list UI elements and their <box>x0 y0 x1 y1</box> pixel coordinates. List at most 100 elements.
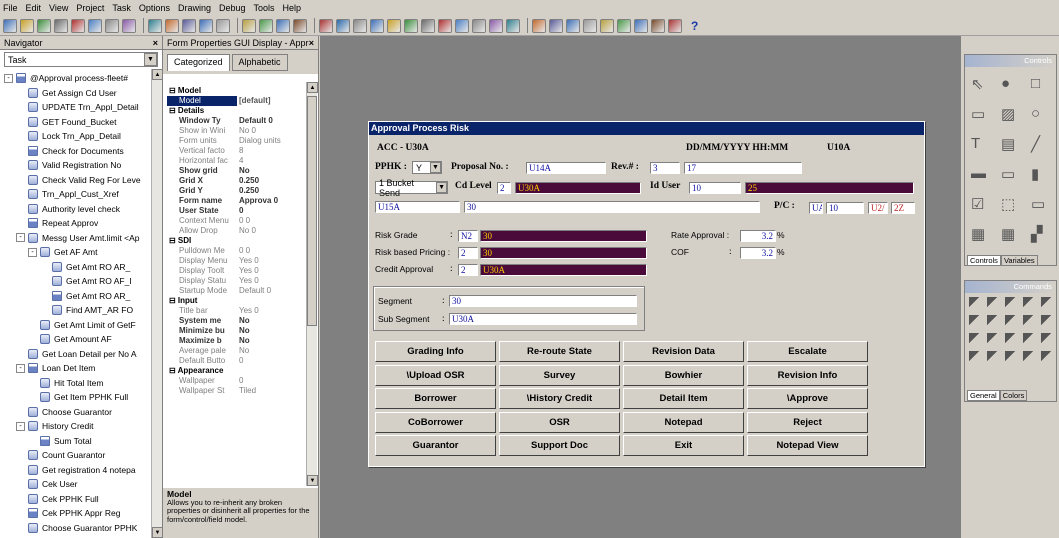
scrollbar-icon[interactable]: ▮ <box>1031 165 1047 183</box>
property-row[interactable]: Window Ty Default 0 <box>167 116 307 126</box>
scroll-down-icon[interactable]: ▼ <box>307 475 318 486</box>
property-row[interactable]: Context Menu 0 0 <box>167 216 307 226</box>
toolbar-button-icon[interactable] <box>216 18 230 33</box>
pointer-icon[interactable]: ⇖ <box>971 75 987 93</box>
property-row[interactable]: Average pale No <box>167 346 307 356</box>
property-category[interactable]: ⊟ Model <box>167 86 307 96</box>
property-value[interactable]: Yes 0 <box>237 306 305 316</box>
property-value[interactable]: 0.250 <box>237 186 305 196</box>
pc-field-b[interactable]: 10 <box>826 202 864 214</box>
segment-field[interactable]: 30 <box>449 295 637 307</box>
form-button-notepad-view[interactable]: Notepad View <box>747 435 868 456</box>
property-category[interactable]: ⊟ SDI <box>167 236 307 246</box>
toolbar-button-icon[interactable] <box>353 18 367 33</box>
menu-tools[interactable]: Tools <box>254 3 275 13</box>
circle-icon[interactable]: ● <box>1001 75 1017 92</box>
property-value[interactable]: No <box>237 326 305 336</box>
property-row[interactable]: Display Toolt Yes 0 <box>167 266 307 276</box>
menu-project[interactable]: Project <box>76 3 104 13</box>
slider-icon[interactable]: ▭ <box>1031 195 1047 213</box>
form-button-survey[interactable]: Survey <box>499 364 620 386</box>
command-icon[interactable] <box>1023 351 1036 364</box>
toolbar-button-icon[interactable] <box>3 18 17 33</box>
toolbar-button-icon[interactable] <box>293 18 307 33</box>
property-value[interactable]: [default] <box>237 96 305 106</box>
property-value[interactable]: 0 0 <box>237 246 305 256</box>
toolbar-button-icon[interactable] <box>506 18 520 33</box>
property-value[interactable]: 0 <box>237 356 305 366</box>
form-button-revision-info[interactable]: Revision Info <box>747 364 868 386</box>
row3-field-a[interactable]: U15A <box>375 201 460 213</box>
property-row[interactable]: User State 0 <box>167 206 307 216</box>
command-icon[interactable] <box>969 333 982 346</box>
scroll-down-icon[interactable]: ▼ <box>152 527 163 538</box>
command-icon[interactable] <box>969 351 982 364</box>
grid-icon[interactable]: ▦ <box>1001 225 1017 243</box>
property-row[interactable]: Grid Y 0.250 <box>167 186 307 196</box>
property-row[interactable]: Horizontal fac 4 <box>167 156 307 166</box>
proposal-field[interactable]: U14A <box>526 162 606 174</box>
id-user-field[interactable]: 10 <box>689 182 741 194</box>
cd-level-text-field[interactable]: U30A <box>515 182 641 194</box>
risk-grade-field[interactable]: N2 <box>458 230 478 242</box>
property-value[interactable]: Yes 0 <box>237 276 305 286</box>
toolbar-button-icon[interactable] <box>259 18 273 33</box>
command-icon[interactable] <box>1005 351 1018 364</box>
command-icon[interactable] <box>969 297 982 310</box>
menu-task[interactable]: Task <box>112 3 131 13</box>
chevron-down-icon[interactable]: ▼ <box>144 53 157 66</box>
form-button-osr[interactable]: OSR <box>499 411 620 433</box>
menu-file[interactable]: File <box>3 3 18 13</box>
property-row[interactable]: Default Butto 0 <box>167 356 307 366</box>
command-icon[interactable] <box>1041 315 1054 328</box>
collapse-icon[interactable]: - <box>16 363 25 373</box>
approval-form[interactable]: Approval Process Risk ACC - U30A DD/MM/Y… <box>368 121 925 467</box>
command-icon[interactable] <box>1005 333 1018 346</box>
form-button-upload-osr[interactable]: \Upload OSR <box>375 364 496 386</box>
toolbar-button-icon[interactable] <box>583 18 597 33</box>
chevron-down-icon[interactable]: ▼ <box>436 182 447 193</box>
risk-pricing-field[interactable]: 2 <box>458 247 478 259</box>
property-value[interactable]: 0 <box>237 206 305 216</box>
edit-icon[interactable]: ▭ <box>1001 165 1017 183</box>
property-value[interactable]: 0 0 <box>237 216 305 226</box>
id-user-field-2[interactable]: 25 <box>745 182 914 194</box>
command-icon[interactable] <box>987 351 1000 364</box>
ellipse-icon[interactable]: ○ <box>1031 105 1047 122</box>
property-row[interactable]: Form units Dialog units <box>167 136 307 146</box>
tab-alphabetic[interactable]: Alphabetic <box>231 54 288 71</box>
property-value[interactable]: 0.250 <box>237 176 305 186</box>
button-icon[interactable]: ▬ <box>971 165 987 182</box>
tab-colors[interactable]: Colors <box>999 390 1028 401</box>
property-category[interactable]: ⊟ Appearance <box>167 366 307 376</box>
risk-grade-field-2[interactable]: 30 <box>480 230 647 242</box>
property-row[interactable]: Wallpaper St Tiled <box>167 386 307 396</box>
property-category[interactable]: ⊟ Details <box>167 106 307 116</box>
pphk-select[interactable]: Y ▼ <box>412 161 442 174</box>
command-icon[interactable] <box>1023 315 1036 328</box>
property-row[interactable]: Allow Drop No 0 <box>167 226 307 236</box>
bucket-select[interactable]: 1 Bucket Send ▼ <box>375 178 448 198</box>
command-icon[interactable] <box>987 333 1000 346</box>
help-icon[interactable]: ? <box>691 19 698 33</box>
tab-categorized[interactable]: Categorized <box>167 54 230 71</box>
toolbar-button-icon[interactable] <box>489 18 503 33</box>
command-icon[interactable] <box>1041 333 1054 346</box>
command-icon[interactable] <box>987 297 1000 310</box>
property-row[interactable]: Minimize bu No <box>167 326 307 336</box>
collapse-icon[interactable]: - <box>28 247 37 257</box>
property-value[interactable]: Default 0 <box>237 286 305 296</box>
scroll-up-icon[interactable]: ▲ <box>307 82 318 93</box>
row3-field-b[interactable]: 30 <box>464 201 760 213</box>
form-button-coborrower[interactable]: CoBorrower <box>375 411 496 433</box>
form-button-escalate[interactable]: Escalate <box>747 341 868 362</box>
toolbar-button-icon[interactable] <box>455 18 469 33</box>
form-button-detail-item[interactable]: Detail Item <box>623 388 744 409</box>
form-button-exit[interactable]: Exit <box>623 435 744 456</box>
property-value[interactable]: Tiled <box>237 386 305 396</box>
form-button-notepad[interactable]: Notepad <box>623 411 744 433</box>
property-value[interactable]: 4 <box>237 156 305 166</box>
toolbar-button-icon[interactable] <box>404 18 418 33</box>
toolbar-button-icon[interactable] <box>532 18 546 33</box>
property-row[interactable]: Pulldown Me 0 0 <box>167 246 307 256</box>
